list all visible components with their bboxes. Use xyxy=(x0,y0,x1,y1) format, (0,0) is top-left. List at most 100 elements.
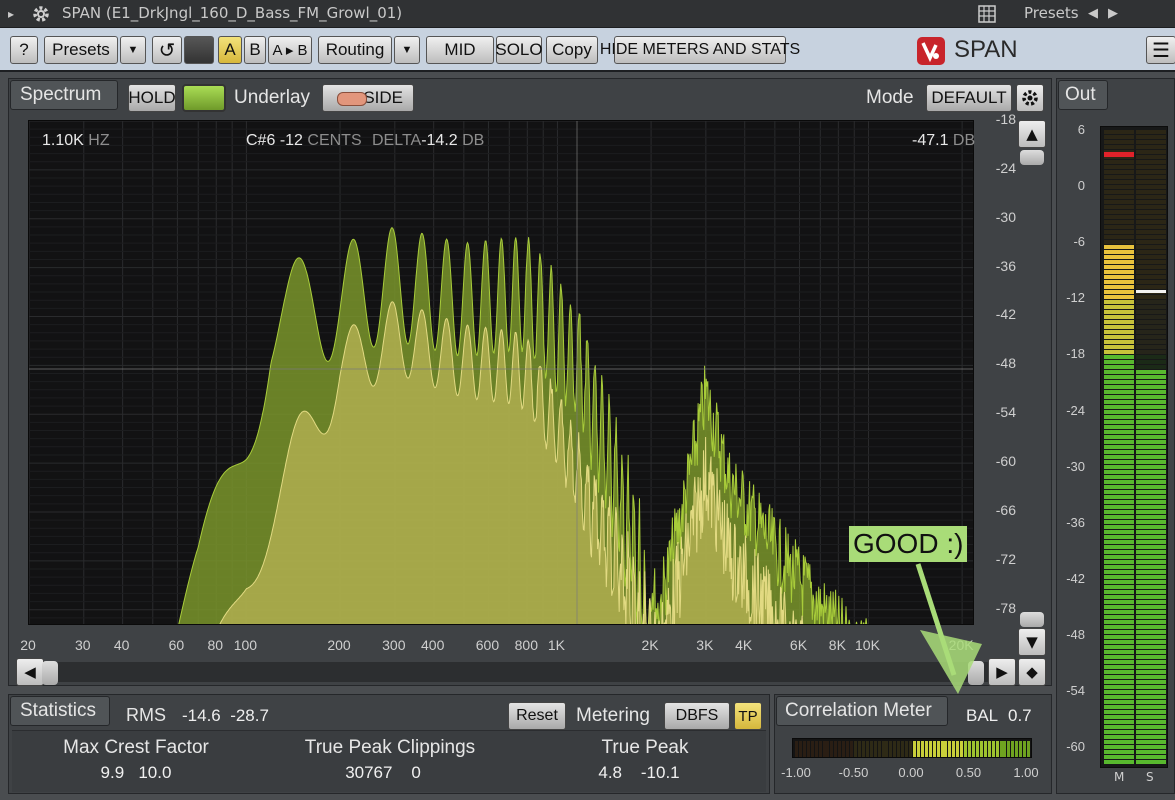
mode-select[interactable]: DEFAULT xyxy=(926,84,1012,112)
grid-icon[interactable] xyxy=(978,5,996,23)
freq-tick-label: 300 xyxy=(382,637,406,653)
meter-segment xyxy=(1104,585,1134,589)
meter-segment xyxy=(1136,700,1166,704)
undo-icon[interactable]: ↺ xyxy=(152,36,182,64)
routing-dropdown-icon[interactable]: ▼ xyxy=(394,36,420,64)
hold-color-swatch[interactable] xyxy=(182,84,226,112)
preset-b-button[interactable]: B xyxy=(244,36,266,64)
meter-segment xyxy=(1104,660,1134,664)
meter-segment xyxy=(1104,295,1134,299)
vertical-scroll-thumb-bottom[interactable] xyxy=(1020,612,1044,627)
correlation-tab[interactable]: Correlation Meter xyxy=(776,696,948,726)
freq-tick-label: 1K xyxy=(547,637,565,653)
voxengo-logo-icon xyxy=(916,36,946,66)
correlation-segment xyxy=(818,741,822,757)
copy-button[interactable]: Copy xyxy=(546,36,598,64)
meter-segment xyxy=(1104,345,1134,349)
meter-segment xyxy=(1136,250,1166,254)
correlation-segment xyxy=(901,741,905,757)
settings-gear-icon[interactable] xyxy=(1016,84,1044,112)
redo-button[interactable] xyxy=(184,36,214,64)
reset-button[interactable]: Reset xyxy=(508,702,566,730)
scroll-up-icon[interactable]: ▲ xyxy=(1018,120,1046,148)
meter-segment xyxy=(1136,460,1166,464)
freq-tick-label: 4K xyxy=(735,637,753,653)
meter-segment xyxy=(1104,340,1134,344)
gear-icon[interactable] xyxy=(30,3,52,25)
annotation-arrow-icon xyxy=(915,563,982,694)
meter-segment xyxy=(1136,645,1166,649)
correlation-segment xyxy=(802,741,806,757)
meter-segment xyxy=(1104,325,1134,329)
meter-segment xyxy=(1104,720,1134,724)
meter-segment xyxy=(1104,590,1134,594)
meter-segment xyxy=(1136,745,1166,749)
meter-segment xyxy=(1104,760,1134,764)
meter-segment xyxy=(1104,220,1134,224)
true-peak-toggle[interactable]: TP xyxy=(734,702,762,730)
meter-segment xyxy=(1104,205,1134,209)
hold-button[interactable]: HOLD xyxy=(128,84,176,112)
scroll-right-icon[interactable]: ▶ xyxy=(988,658,1016,686)
scroll-down-icon[interactable]: ▼ xyxy=(1018,628,1046,656)
meter-segment xyxy=(1104,570,1134,574)
presets-dropdown-icon[interactable]: ▼ xyxy=(120,36,146,64)
freq-tick-label: 8K xyxy=(828,637,846,653)
meter-segment xyxy=(1104,370,1134,374)
correlation-segment xyxy=(1003,741,1007,757)
db-tick-label: -42 xyxy=(995,306,1016,323)
meter-segment xyxy=(1104,420,1134,424)
meter-segment xyxy=(1104,290,1134,294)
hide-meters-button[interactable]: HIDE METERS AND STATS xyxy=(600,36,800,64)
correlation-segment xyxy=(991,741,995,757)
correlation-segment xyxy=(987,741,991,757)
out-tick-label: -42 xyxy=(1066,570,1085,586)
meter-segment xyxy=(1136,755,1166,759)
meter-segment xyxy=(1136,385,1166,389)
zoom-reset-icon[interactable]: ◆ xyxy=(1018,658,1046,686)
help-button[interactable]: ? xyxy=(10,36,38,64)
presets-button[interactable]: Presets xyxy=(44,36,118,64)
meter-segment xyxy=(1104,725,1134,729)
spectrum-tab[interactable]: Spectrum xyxy=(10,80,118,110)
correlation-segment xyxy=(798,741,802,757)
meter-segment xyxy=(1136,720,1166,724)
mid-button[interactable]: MID xyxy=(426,36,494,64)
next-preset-icon[interactable]: ▶ xyxy=(1108,6,1118,21)
routing-button[interactable]: Routing xyxy=(318,36,392,64)
meter-segment xyxy=(1104,465,1134,469)
meter-segment xyxy=(1136,455,1166,459)
meter-segment xyxy=(1136,680,1166,684)
presets-menu[interactable]: Presets xyxy=(1024,4,1079,22)
statistics-tab[interactable]: Statistics xyxy=(10,696,110,726)
prev-preset-icon[interactable]: ◀ xyxy=(1088,6,1098,21)
side-button[interactable]: SIDE xyxy=(322,84,414,112)
meter-segment xyxy=(1104,365,1134,369)
meter-segment xyxy=(1136,605,1166,609)
copy-a-to-b-button[interactable]: A ▸ B xyxy=(268,36,312,64)
expand-icon[interactable]: ▸ xyxy=(8,7,14,21)
meter-segment xyxy=(1104,400,1134,404)
correlation-segment xyxy=(869,741,873,757)
horizontal-scroll-thumb-left[interactable] xyxy=(42,661,58,685)
preset-a-button[interactable]: A xyxy=(218,36,242,64)
meter-segment xyxy=(1136,305,1166,309)
menu-icon[interactable]: ☰ xyxy=(1146,36,1175,64)
db-tick-label: -78 xyxy=(995,599,1016,616)
vertical-scroll-thumb-top[interactable] xyxy=(1020,150,1044,165)
meter-segment xyxy=(1136,465,1166,469)
solo-button[interactable]: SOLO xyxy=(495,36,543,64)
meter-segment xyxy=(1136,170,1166,174)
out-tab[interactable]: Out xyxy=(1058,80,1108,110)
correlation-segment xyxy=(1023,741,1027,757)
spectrum-plot[interactable] xyxy=(28,120,974,625)
scroll-left-icon[interactable]: ◀ xyxy=(16,658,44,686)
meter-segment xyxy=(1104,630,1134,634)
db-tick-label: -54 xyxy=(995,404,1016,421)
meter-segment xyxy=(1104,210,1134,214)
metering-select[interactable]: DBFS xyxy=(664,702,730,730)
horizontal-scrollbar[interactable] xyxy=(40,662,990,682)
correlation-segment xyxy=(810,741,814,757)
meter-segment xyxy=(1104,485,1134,489)
meter-segment xyxy=(1136,510,1166,514)
